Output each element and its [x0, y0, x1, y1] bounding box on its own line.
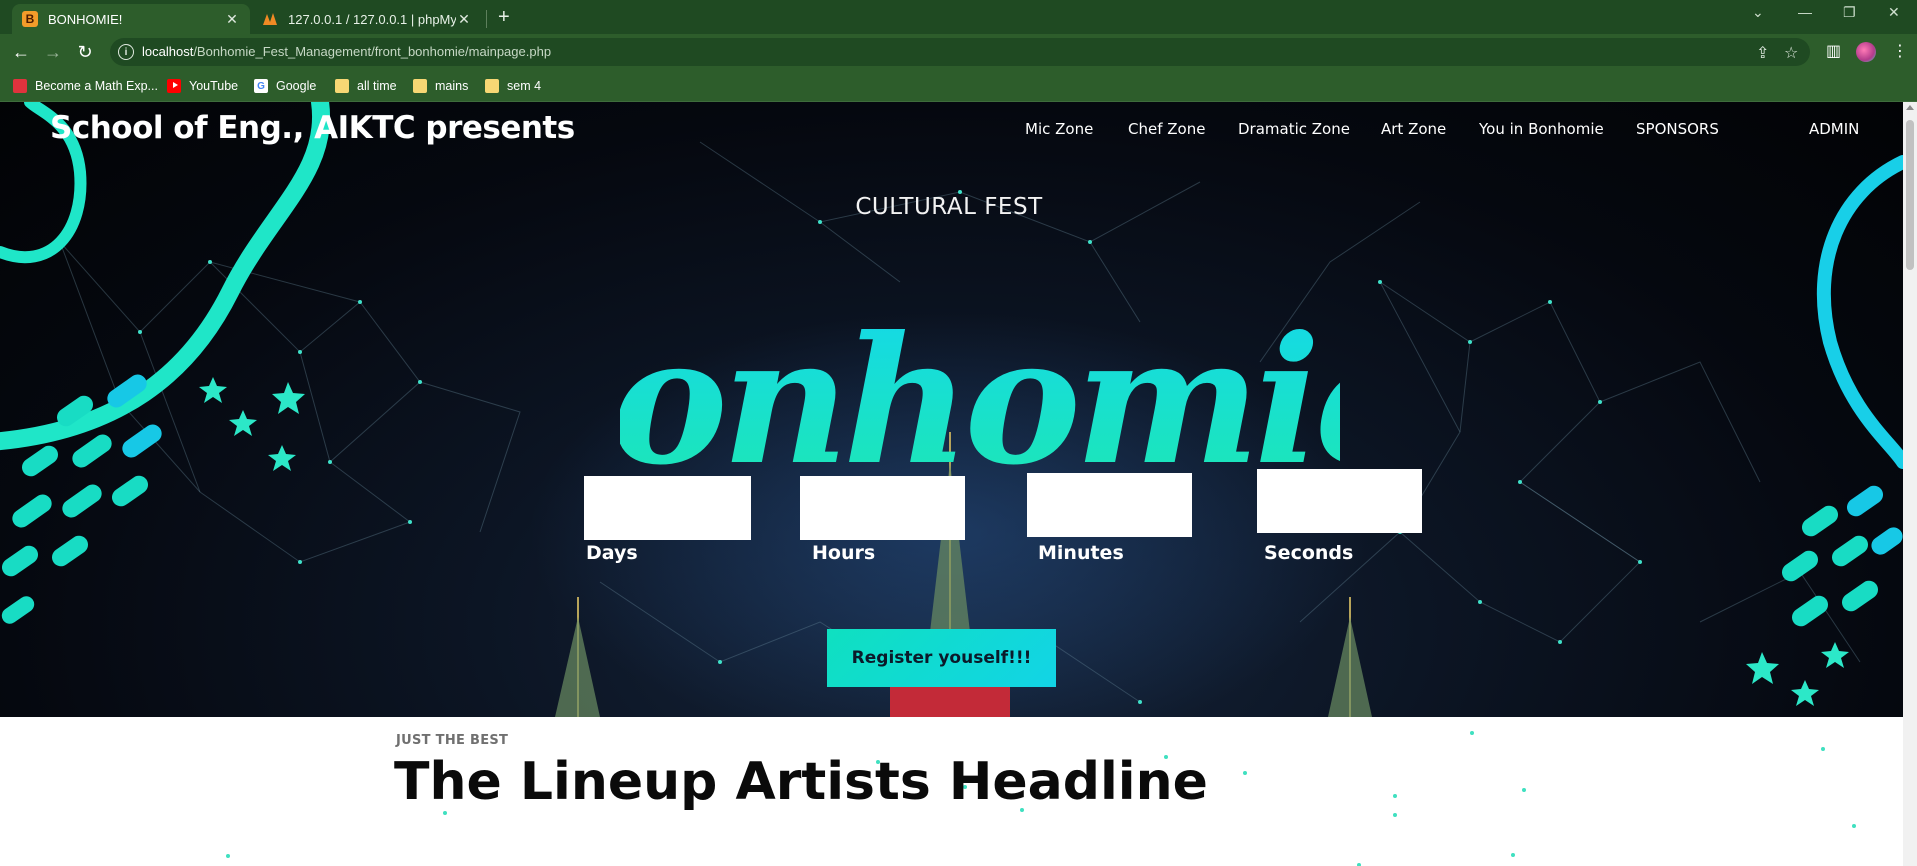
nav-dramatic-zone[interactable]: Dramatic Zone — [1238, 120, 1350, 138]
nav-mic-zone[interactable]: Mic Zone — [1025, 120, 1093, 138]
back-arrow-icon[interactable]: ← — [10, 41, 32, 63]
hero-title-bonhomie: Bonhomie! — [620, 299, 1340, 504]
close-window-icon[interactable]: ✕ — [1888, 4, 1900, 21]
bookmark-folder-sem4[interactable]: sem 4 — [485, 76, 541, 96]
bookmark-label: Become a Math Exp... — [35, 79, 158, 93]
youtube-icon — [167, 79, 181, 93]
minimize-icon[interactable]: — — [1798, 4, 1812, 20]
page-scrollbar[interactable] — [1903, 102, 1917, 866]
nav-you-in-bonhomie[interactable]: You in Bonhomie — [1479, 120, 1604, 138]
hero-section: School of Eng., AIKTC presents Mic Zone … — [0, 102, 1903, 717]
nav-admin[interactable]: ADMIN — [1809, 120, 1859, 138]
bookmark-google[interactable]: G Google — [254, 76, 316, 96]
section-headline: The Lineup Artists Headline — [394, 752, 1208, 812]
restore-icon[interactable]: ❐ — [1843, 4, 1856, 21]
profile-avatar[interactable] — [1856, 42, 1876, 62]
new-tab-plus-icon[interactable]: + — [498, 6, 510, 29]
close-tab-icon[interactable]: ✕ — [224, 11, 240, 28]
close-tab-icon[interactable]: ✕ — [456, 11, 472, 28]
nav-sponsors[interactable]: SPONSORS — [1636, 120, 1719, 138]
browser-tab-strip: B BONHOMIE! ✕ 127.0.0.1 / 127.0.0.1 | ph… — [0, 0, 1917, 34]
reload-icon[interactable]: ↻ — [74, 41, 96, 63]
countdown-hours-box — [800, 476, 965, 540]
bookmark-label: Google — [276, 79, 317, 93]
side-panel-icon[interactable]: ▥ — [1826, 41, 1841, 61]
bookmark-folder-mains[interactable]: mains — [413, 76, 468, 96]
tab-separator — [486, 10, 487, 28]
bookmark-star-icon[interactable]: ☆ — [1784, 43, 1798, 63]
math-icon — [13, 79, 27, 93]
scrollbar-thumb[interactable] — [1906, 120, 1914, 270]
folder-icon — [335, 79, 349, 93]
address-url[interactable]: localhost/Bonhomie_Fest_Management/front… — [142, 44, 551, 59]
phpmyadmin-icon — [262, 11, 278, 27]
bookmark-math[interactable]: Become a Math Exp... — [13, 76, 158, 96]
tab-title: 127.0.0.1 / 127.0.0.1 | phpMyAdmin — [288, 11, 456, 27]
google-icon: G — [254, 79, 268, 93]
countdown-seconds-label: Seconds — [1264, 542, 1354, 564]
tab-bonhomie[interactable]: B BONHOMIE! ✕ — [12, 4, 250, 34]
site-info-icon[interactable]: i — [118, 44, 134, 60]
countdown-minutes-box — [1027, 473, 1192, 537]
tab-phpmyadmin[interactable]: 127.0.0.1 / 127.0.0.1 | phpMyAdmin ✕ — [252, 4, 482, 34]
bookmark-youtube[interactable]: YouTube — [167, 76, 238, 96]
countdown-hours-label: Hours — [812, 542, 876, 564]
share-icon[interactable]: ⇪ — [1756, 43, 1769, 63]
bookmark-label: mains — [435, 79, 469, 93]
register-button[interactable]: Register youself!!! — [827, 629, 1056, 687]
countdown-days-box — [584, 476, 751, 540]
address-bar[interactable]: i localhost/Bonhomie_Fest_Management/fro… — [110, 38, 1810, 66]
forward-arrow-icon[interactable]: → — [42, 41, 64, 63]
folder-icon — [413, 79, 427, 93]
more-menu-icon[interactable]: ⋮ — [1892, 41, 1908, 61]
browser-toolbar: ← → ↻ i localhost/Bonhomie_Fest_Manageme… — [0, 34, 1917, 70]
bookmark-label: all time — [357, 79, 397, 93]
bookmarks-bar: Become a Math Exp... YouTube G Google all… — [0, 70, 1917, 102]
site-brand[interactable]: School of Eng., AIKTC presents — [50, 110, 575, 146]
hero-title-text: Bonhomie! — [620, 299, 1340, 504]
scroll-up-arrow-icon[interactable] — [1906, 105, 1914, 110]
bookmark-folder-all-time[interactable]: all time — [335, 76, 397, 96]
folder-icon — [485, 79, 499, 93]
tab-title: BONHOMIE! — [48, 11, 123, 27]
bookmark-label: YouTube — [189, 79, 239, 93]
bookmark-label: sem 4 — [507, 79, 542, 93]
web-page: School of Eng., AIKTC presents Mic Zone … — [0, 102, 1903, 866]
nav-art-zone[interactable]: Art Zone — [1381, 120, 1446, 138]
countdown-minutes-label: Minutes — [1038, 542, 1124, 564]
countdown-seconds-box — [1257, 469, 1422, 533]
nav-chef-zone[interactable]: Chef Zone — [1128, 120, 1205, 138]
bonhomie-b-icon: B — [22, 11, 38, 27]
tab-search-chevron-icon[interactable]: ⌄ — [1752, 4, 1764, 21]
countdown-days-label: Days — [586, 542, 638, 564]
section-eyebrow: JUST THE BEST — [396, 733, 509, 748]
